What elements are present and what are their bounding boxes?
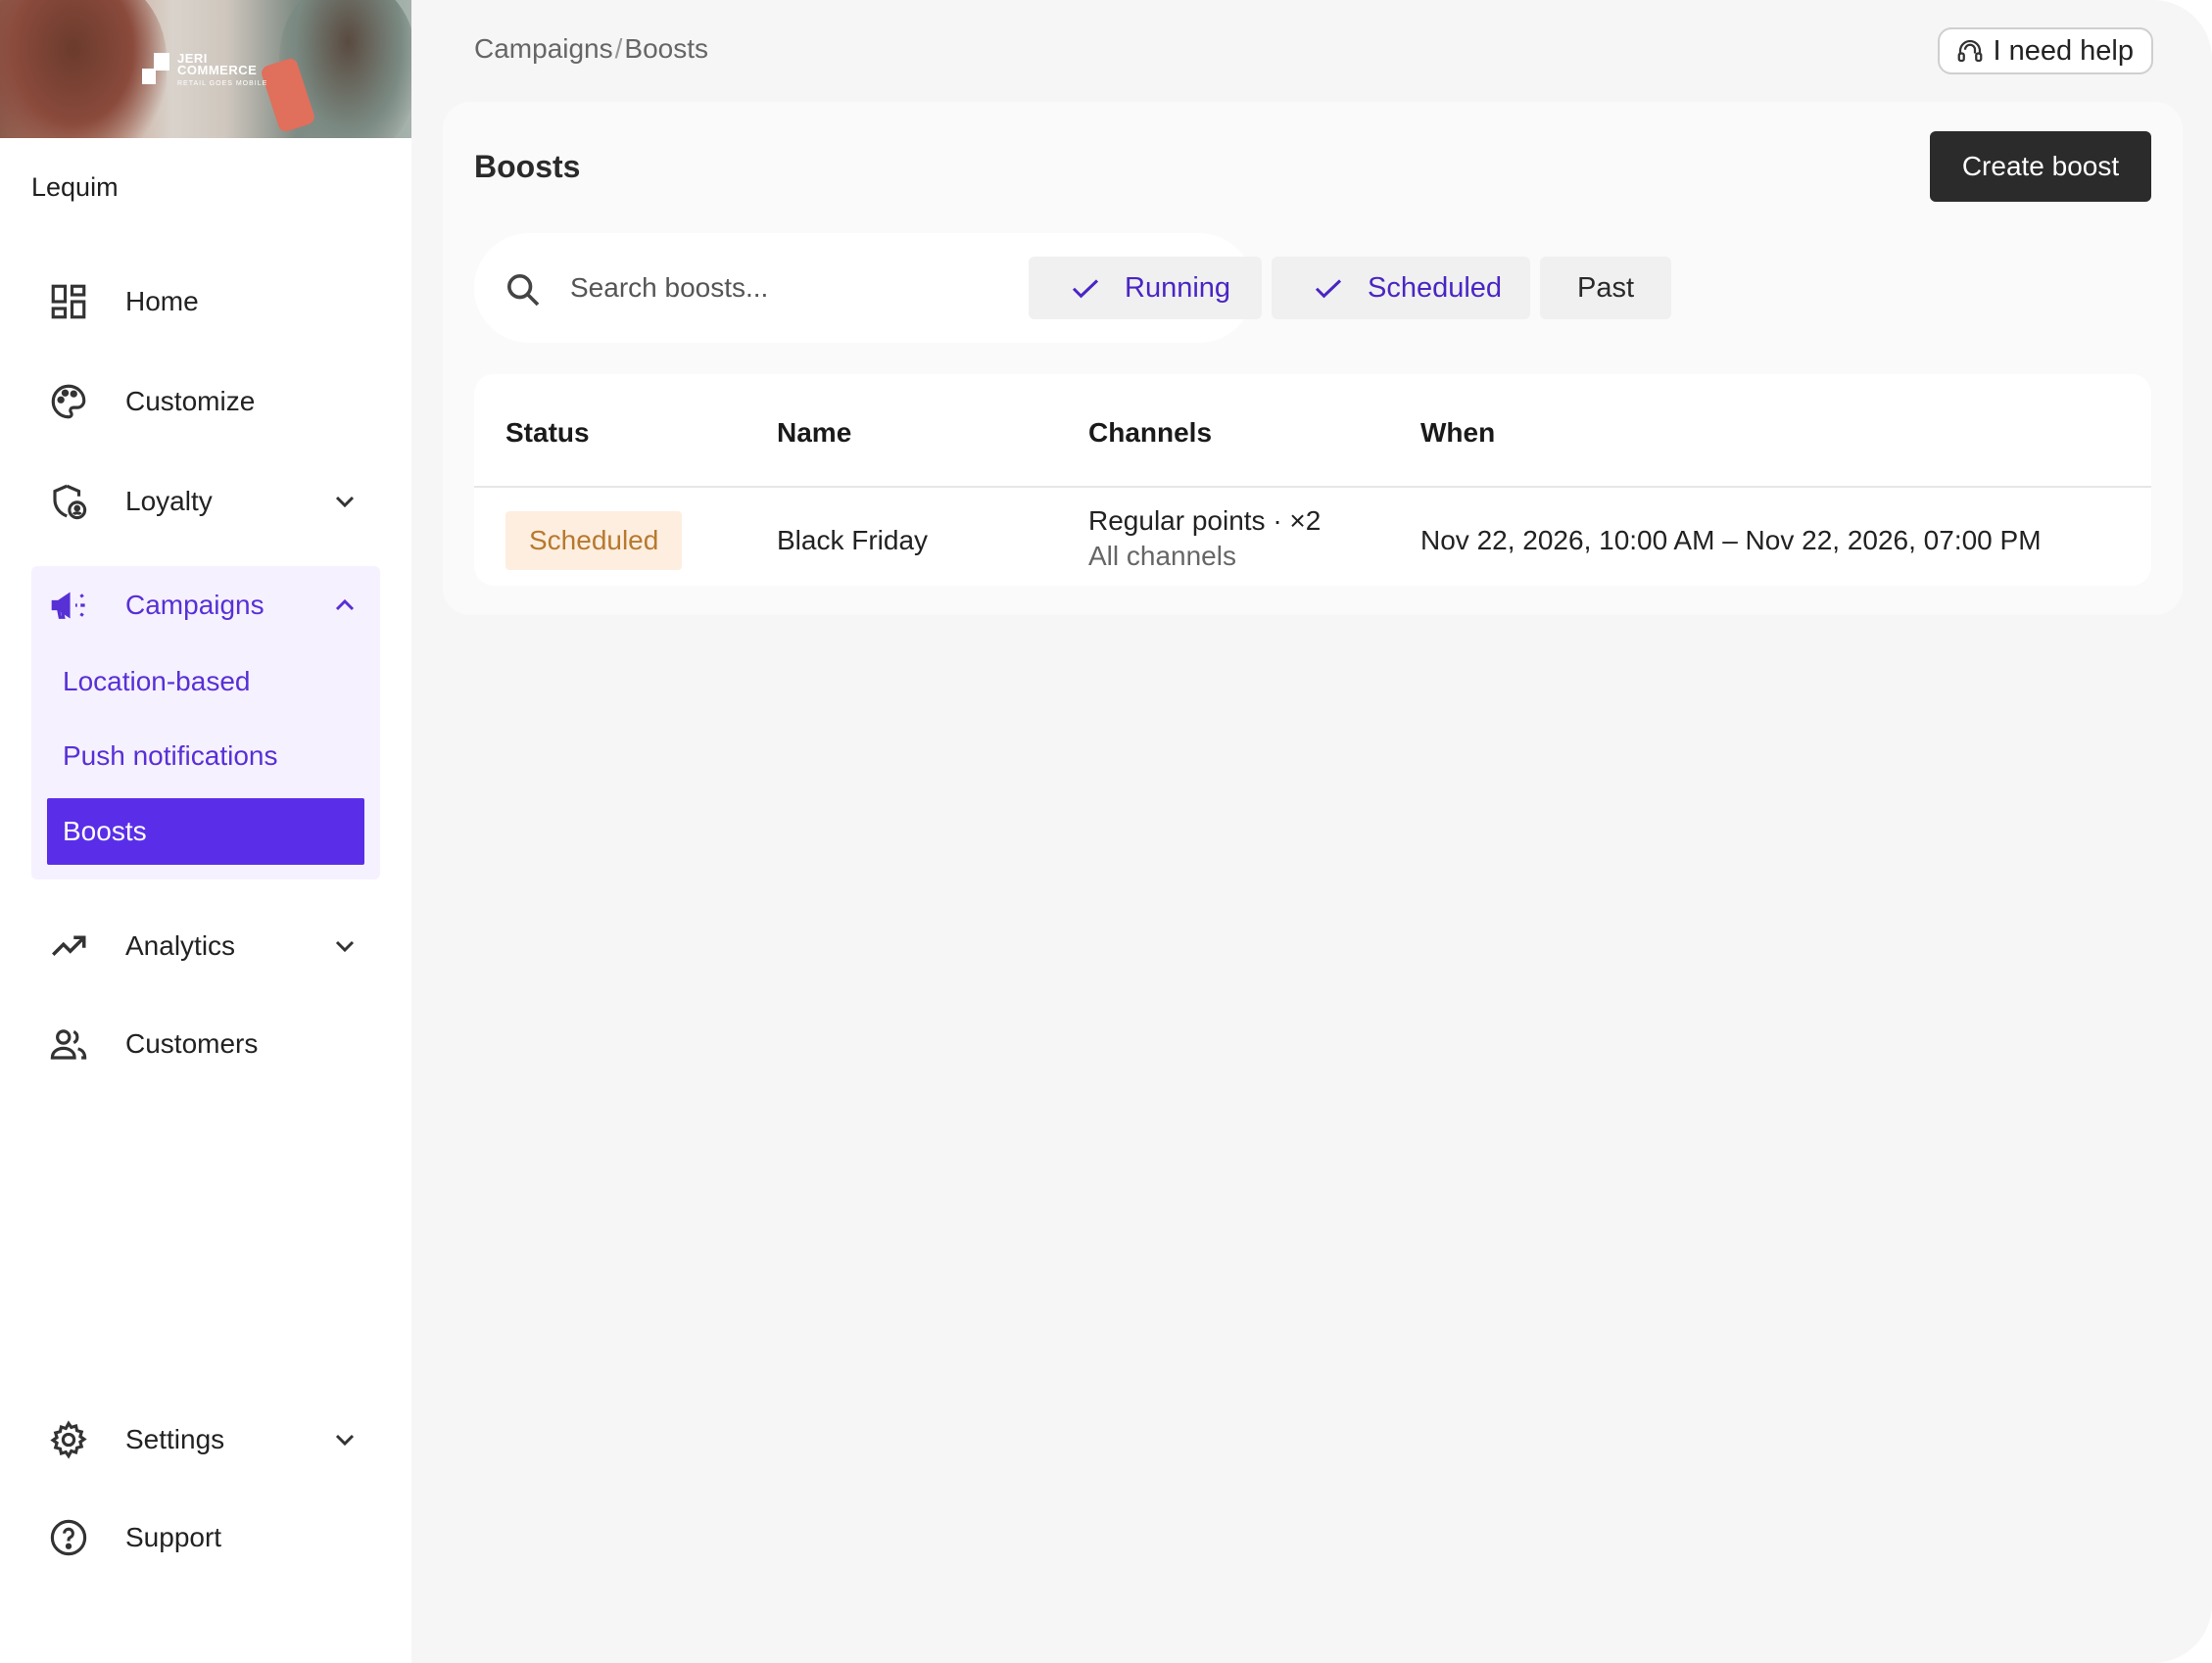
boost-name: Black Friday (777, 525, 929, 555)
app-window: JERI COMMERCE RETAIL GOES MOBILE Lequim … (0, 0, 2212, 1663)
megaphone-icon (47, 584, 90, 627)
boosts-panel: Boosts Create boost Running Scheduled Pa… (443, 102, 2183, 615)
create-boost-button[interactable]: Create boost (1930, 131, 2151, 202)
sidebar-item-label: Campaigns (125, 590, 264, 620)
dashboard-icon (47, 280, 90, 323)
search-icon (507, 274, 540, 307)
sidebar-subitem-push-notifications[interactable]: Push notifications (47, 723, 364, 789)
chevron-down-icon[interactable] (329, 486, 361, 517)
filter-chip-running[interactable]: Running (1029, 257, 1262, 319)
chevron-down-icon[interactable] (329, 1424, 361, 1455)
sidebar-item-label: Settings (125, 1424, 225, 1454)
main-content: Campaigns / Boosts I need help Boosts Cr… (411, 0, 2212, 1663)
status-badge: Scheduled (505, 511, 683, 570)
brand-banner: JERI COMMERCE RETAIL GOES MOBILE (0, 0, 411, 138)
help-button-label: I need help (1993, 34, 2134, 67)
loyalty-shield-icon (47, 480, 90, 523)
brand-logo: JERI COMMERCE RETAIL GOES MOBILE (142, 52, 268, 90)
chevron-down-icon[interactable] (329, 930, 361, 962)
sidebar-item-analytics[interactable]: Analytics (31, 907, 380, 985)
breadcrumb: Campaigns / Boosts (474, 33, 708, 65)
breadcrumb-campaigns[interactable]: Campaigns (474, 33, 613, 65)
boost-when: Nov 22, 2026, 10:00 AM – Nov 22, 2026, 0… (1420, 525, 2042, 555)
help-button[interactable]: I need help (1938, 27, 2153, 74)
sidebar-item-label: Loyalty (125, 486, 213, 516)
sidebar-subitem-location-based[interactable]: Location-based (47, 648, 364, 715)
check-icon (1315, 279, 1342, 299)
boost-channel-primary: Regular points · ×2 (1088, 505, 1322, 536)
filter-chip-label: Scheduled (1368, 271, 1503, 304)
page-title: Boosts (474, 149, 581, 184)
sidebar-item-settings[interactable]: Settings (31, 1401, 380, 1479)
filter-chip-label: Running (1125, 271, 1231, 304)
column-header-status: Status (505, 417, 590, 448)
table-divider (474, 486, 2151, 488)
sidebar-item-loyalty[interactable]: Loyalty (31, 462, 380, 541)
sidebar-item-label: Customize (125, 386, 256, 416)
boost-channel-secondary: All channels (1088, 541, 1236, 571)
filter-chip-label: Past (1576, 271, 1635, 304)
column-header-name: Name (777, 417, 852, 448)
brand-logo-tagline: RETAIL GOES MOBILE (177, 80, 268, 87)
column-header-channels: Channels (1088, 417, 1213, 448)
sidebar: JERI COMMERCE RETAIL GOES MOBILE Lequim … (0, 0, 411, 1663)
sidebar-item-customize[interactable]: Customize (31, 362, 380, 441)
brand-logo-mark-icon (142, 53, 171, 84)
filter-chip-scheduled[interactable]: Scheduled (1272, 257, 1530, 319)
sidebar-item-label: Support (125, 1522, 222, 1552)
sidebar-item-label: Home (125, 286, 199, 316)
check-icon (1072, 279, 1099, 299)
sidebar-item-label: Analytics (125, 930, 236, 961)
sidebar-item-support[interactable]: Support (31, 1498, 380, 1577)
trending-up-icon (47, 925, 90, 968)
breadcrumb-boosts: Boosts (624, 33, 709, 64)
organization-name: Lequim (31, 172, 119, 202)
headset-icon (1958, 39, 1983, 63)
help-circle-icon (47, 1516, 90, 1559)
sidebar-item-label: Customers (125, 1028, 259, 1059)
column-header-when: When (1420, 417, 1496, 448)
gear-icon (47, 1418, 90, 1461)
people-icon (47, 1022, 90, 1066)
sidebar-item-home[interactable]: Home (31, 262, 380, 341)
brand-logo-line2: COMMERCE (177, 63, 258, 77)
boosts-table: Status Name Channels When Scheduled Blac… (474, 374, 2151, 586)
chevron-up-icon[interactable] (329, 590, 361, 621)
breadcrumb-separator: / (614, 33, 623, 64)
sidebar-item-campaigns[interactable]: Campaigns (31, 566, 380, 644)
filter-chip-past[interactable]: Past (1540, 257, 1671, 319)
sidebar-group-campaigns: Campaigns Location-based Push notificati… (31, 566, 380, 879)
palette-icon (47, 380, 90, 423)
sidebar-item-customers[interactable]: Customers (31, 1005, 380, 1083)
sidebar-subitem-boosts[interactable]: Boosts (47, 798, 364, 865)
